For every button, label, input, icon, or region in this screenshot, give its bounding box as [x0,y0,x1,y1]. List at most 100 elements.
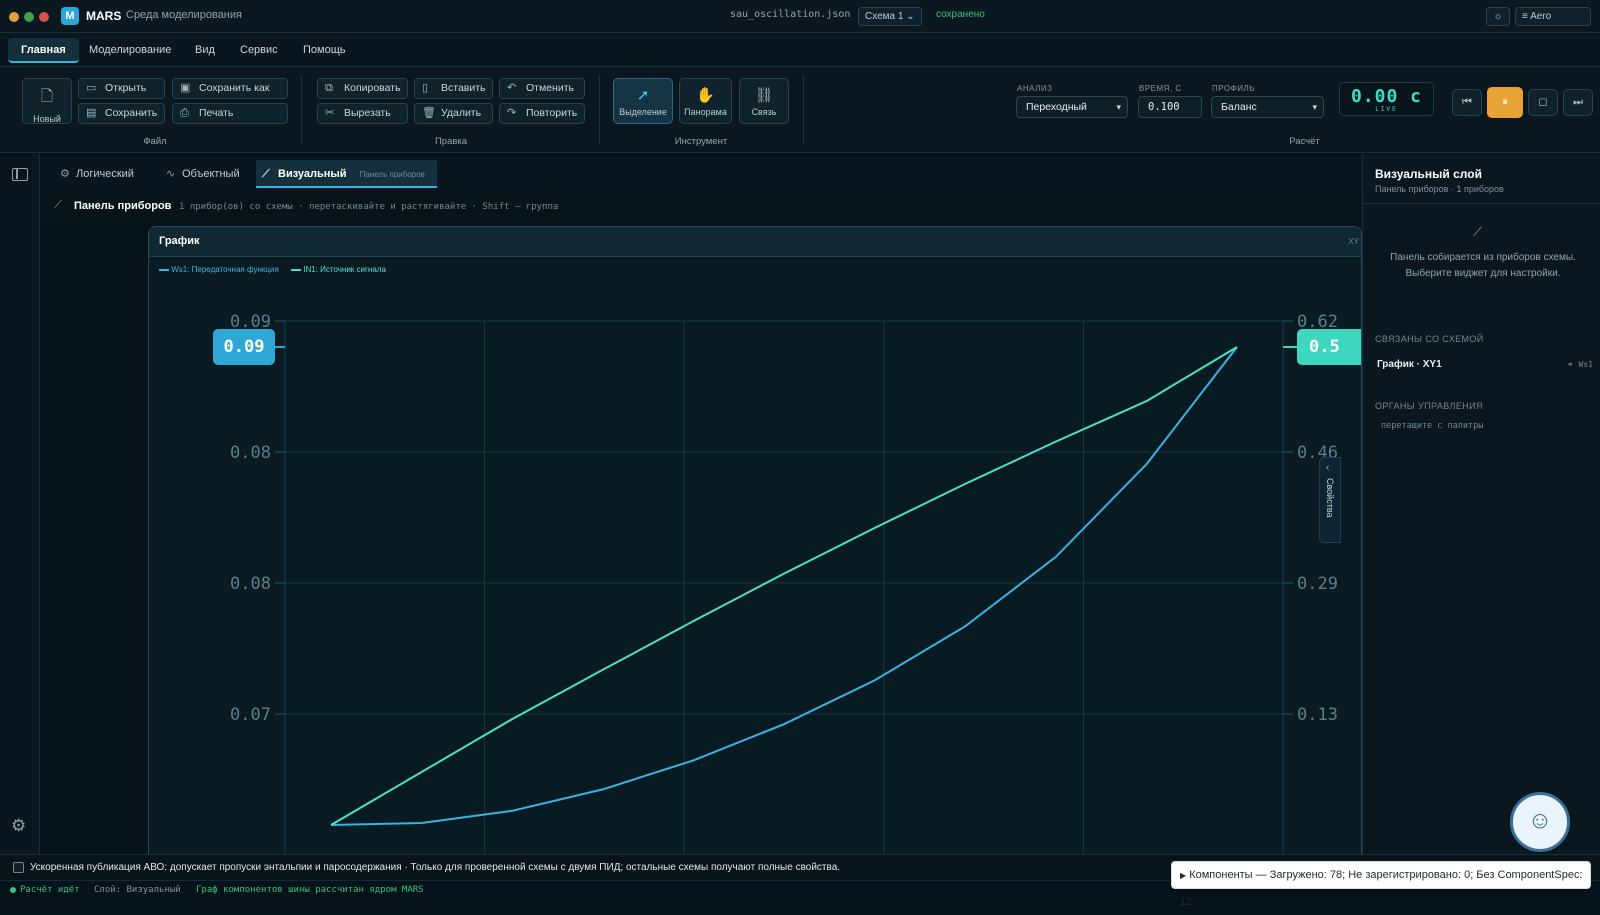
ribbon-divider [803,75,804,145]
app-subtitle: Среда моделирования [126,9,242,21]
y-right-tick-label: 0.29 [1297,574,1338,594]
expand-triangle-icon: ▶ [1180,871,1187,880]
redo-button[interactable]: ↷ Повторить [499,103,585,124]
save-as-icon: ▣ [180,82,191,94]
y-right-tick-label: 0.13 [1297,705,1338,725]
fast-publish-checkbox[interactable] [13,862,24,873]
timer-value: 0.00 с [1350,86,1423,107]
pause-button[interactable]: ⏸ [1487,87,1523,118]
robot-avatar-icon: ☺ [1527,807,1553,834]
save-icon: ▤ [86,107,97,119]
step-back-button[interactable]: ⏮ [1452,89,1482,116]
delete-button[interactable]: 🗑 Удалить [414,103,493,124]
new-button[interactable]: 🗋 Новый [22,78,72,124]
save-button[interactable]: ▤ Сохранить [78,103,165,124]
trash-icon: 🗑 [422,107,436,119]
chart-plot: 0.09 0.620.08 0.460.08 0.290.07 0.13 [230,312,1338,854]
copy-icon: ⧉ [325,82,333,94]
window-minimize-icon[interactable] [9,12,19,22]
window-close-icon[interactable] [39,12,49,22]
chevron-left-icon: ‹ [1326,462,1330,473]
linked-item-label: График · XY1 [1377,359,1442,370]
redo-icon: ↷ [507,107,517,119]
ribbon-divider [599,75,600,145]
menu-home[interactable]: Главная [8,38,79,63]
toggle-sidebar-icon[interactable] [12,168,28,181]
menu-bar: Главная Моделирование Вид Сервис Помощь [0,33,1600,67]
menu-view[interactable]: Вид [182,38,228,63]
stop-icon: ◻ [1538,96,1548,108]
panel-empty-text: Панель собирается из приборов схемы. Выб… [1390,252,1576,279]
plot-area [284,320,1284,854]
copy-button[interactable]: ⧉ Копировать [317,78,408,99]
save-as-button[interactable]: ▣ Сохранить как [172,78,288,99]
linked-item-ref: ⚭ Ws1 [1567,360,1593,369]
select-tool-button[interactable]: ➚ Выделение [613,78,673,124]
stop-button[interactable]: ◻ [1528,89,1558,116]
left-value-badge: 0.09 [213,329,275,365]
linked-item[interactable]: График · XY1 ⚭ Ws1 [1375,354,1593,376]
print-icon: ⎙ [180,107,189,119]
status-layer: Слой: Визуальный [94,885,181,895]
time-input[interactable]: 0.100 [1138,96,1202,118]
theme-toggle-button[interactable]: ☼ [1486,7,1510,26]
ribbon: 🗋 Новый ▭ Открыть ▣ Сохранить как ▤ Сохрани… [0,67,1600,153]
new-file-icon: 🗋 [40,88,54,105]
undo-button[interactable]: ↶ Отменить [499,78,585,99]
pan-tool-button[interactable]: ✋ Панорама [679,78,732,124]
chart-icon: ⟋ [262,168,270,180]
components-toast[interactable]: ▶ Компоненты — Загружено: 78; Не зарегис… [1171,861,1591,908]
title-bar: M MARS Среда моделирования sau_oscillati… [0,0,1600,33]
cut-button[interactable]: ✂ Вырезать [317,103,408,124]
controls-header: ОРГАНЫ УПРАВЛЕНИЯ [1375,401,1483,411]
tab-logical[interactable]: ⚙ Логический [54,160,154,188]
controls-hint: перетащите с палитры [1381,421,1484,431]
chevron-down-icon: ▾ [1312,102,1317,112]
cursor-icon: ➚ [636,87,650,104]
assistant-bot-button[interactable]: ☺ [1510,792,1570,852]
link-icon: ⛓ [754,87,774,104]
skip-back-icon: ⏮ [1462,96,1472,108]
menu-modeling[interactable]: Моделирование [76,38,184,63]
tab-object[interactable]: ∿ Объектный [160,160,256,188]
settings-gear-icon[interactable]: ⚙ [11,816,26,836]
y-left-tick-label: 0.07 [230,705,271,725]
group-label-tools: Инструмент [674,136,728,147]
profile-select[interactable]: Баланс ▾ [1211,96,1324,118]
print-button[interactable]: ⎙ Печать [172,103,288,124]
link-icon: ⚭ [1567,360,1574,369]
menu-help[interactable]: Помощь [290,38,359,63]
link-tool-button[interactable]: ⛓ Связь [739,78,789,124]
properties-side-tab[interactable]: ‹ Свойства [1319,457,1341,543]
left-sidebar: ⚙ [0,154,40,854]
open-button[interactable]: ▭ Открыть [78,78,165,99]
profile-label: ПРОФИЛЬ [1212,84,1255,93]
running-indicator-icon [10,887,16,893]
gear-icon: ⚙ [60,168,70,180]
step-forward-button[interactable]: ⏭ [1563,89,1593,116]
toast-text: Компоненты — Загружено: 78; Не зарегистр… [1180,869,1583,908]
analysis-select[interactable]: Переходный ▾ [1016,96,1128,118]
status-running: Расчёт идёт [20,885,80,895]
paste-button[interactable]: ▯ Вставить [414,78,493,99]
time-label: ВРЕМЯ, С [1139,84,1182,93]
dashboard-canvas[interactable]: График XY Ws1: Передаточная функция IN1:… [40,224,1362,854]
properties-panel: Визуальный слой Панель приборов · 1 приб… [1362,154,1600,854]
window-maximize-icon[interactable] [24,12,34,22]
scheme-select[interactable]: Схема 1 ⌄ [858,7,922,26]
wave-icon: ∿ [166,168,176,180]
group-label-calc: Расчёт [1289,136,1320,147]
chart-widget[interactable]: График XY Ws1: Передаточная функция IN1:… [148,226,1362,854]
theme-select[interactable]: ≡ Aero [1515,7,1591,26]
breadcrumb: ⟋ Панель приборов 1 прибор(ов) со схемы … [40,190,1362,224]
menu-service[interactable]: Сервис [227,38,291,63]
group-label-file: Файл [143,136,167,147]
page-title: Панель приборов [74,200,172,212]
sliders-icon: ≡ [1522,11,1528,22]
properties-tab-label: Свойства [1325,478,1335,518]
tab-visual[interactable]: ⟋ Визуальный Панель приборов [256,160,437,188]
panel-subtitle: Панель приборов · 1 приборов [1375,184,1504,194]
page-hint: 1 прибор(ов) со схемы · перетаскивайте и… [179,202,559,212]
folder-icon: ▭ [86,82,97,94]
save-status: сохранено [936,9,985,20]
